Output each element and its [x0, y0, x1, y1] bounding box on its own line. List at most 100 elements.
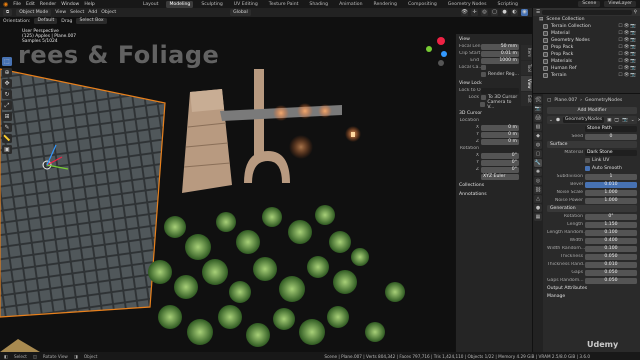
include-checkbox[interactable]: [543, 59, 548, 64]
transform-tool-icon[interactable]: ⊞: [2, 112, 12, 121]
local-camera-checkbox[interactable]: [481, 65, 486, 70]
visibility-toggle-icons[interactable]: ☐👁📷: [618, 30, 637, 37]
workspace-tab-layout[interactable]: Layout: [140, 1, 162, 8]
cursor-rot-x-field[interactable]: 0°: [481, 152, 519, 159]
editmode-toggle-icon[interactable]: ▣: [607, 118, 611, 123]
outliner-row[interactable]: Prop Pack ☐👁📷: [533, 51, 640, 58]
transform-orientation-dropdown[interactable]: Default: [34, 18, 58, 24]
visibility-toggle-icons[interactable]: ☐👁📷: [618, 58, 637, 65]
modifier-menu-icon[interactable]: ⌄: [631, 118, 635, 123]
tab-tool[interactable]: Tool: [521, 61, 532, 75]
output-attributes-header[interactable]: Output Attributes: [547, 285, 637, 292]
render-region-checkbox[interactable]: [481, 72, 486, 77]
physics-tab-icon[interactable]: ◎: [534, 177, 542, 185]
tool-tab-icon[interactable]: 🛠: [534, 96, 542, 104]
view-lock-header[interactable]: View Lock: [459, 80, 519, 87]
menu-select[interactable]: Select: [70, 10, 84, 15]
link-uv-checkbox[interactable]: [585, 158, 590, 163]
solid-shading-icon[interactable]: ●: [501, 9, 508, 16]
visibility-toggle-icons[interactable]: ☐👁📷: [618, 65, 637, 72]
texture-tab-icon[interactable]: ▦: [534, 213, 542, 221]
add-cube-tool-icon[interactable]: ▣: [2, 145, 12, 154]
move-tool-icon[interactable]: ✥: [2, 79, 12, 88]
menu-window[interactable]: Window: [61, 2, 79, 7]
auto-smooth-checkbox[interactable]: [585, 166, 590, 171]
rendered-shading-icon[interactable]: ◉: [521, 9, 528, 16]
workspace-tab-sculpting[interactable]: Sculpting: [198, 1, 225, 8]
scale-tool-icon[interactable]: ⤢: [2, 101, 12, 110]
scene-selector[interactable]: Scene: [578, 1, 601, 7]
measure-tool-icon[interactable]: 📏: [2, 134, 12, 143]
manage-header[interactable]: Manage: [547, 293, 637, 300]
menu-object[interactable]: Object: [101, 10, 116, 15]
material-field[interactable]: Dark Stone: [585, 149, 637, 156]
select-tool-icon[interactable]: ⬚: [2, 57, 12, 66]
width-field[interactable]: 0.400: [585, 237, 637, 244]
visibility-toggle-icons[interactable]: ☐👁📷: [618, 51, 637, 58]
generation-panel-header[interactable]: Generation: [547, 205, 637, 212]
material-tab-icon[interactable]: ●: [534, 204, 542, 212]
annotate-tool-icon[interactable]: ✎: [2, 123, 12, 132]
view-layer-selector[interactable]: ViewLayer: [604, 1, 636, 7]
expand-chevron-icon[interactable]: ⌄: [549, 118, 553, 123]
view-layer-tab-icon[interactable]: ▧: [534, 123, 542, 131]
stone-plane[interactable]: [0, 68, 166, 318]
thickness-field[interactable]: 0.050: [585, 253, 637, 260]
cursor-rot-z-field[interactable]: 0°: [481, 166, 519, 173]
noise-power-field[interactable]: 1.000: [585, 197, 637, 204]
collections-section-header[interactable]: Collections: [459, 182, 519, 189]
clip-start-field[interactable]: 0.01 m: [481, 50, 519, 57]
visibility-toggle-icons[interactable]: ☐👁📷: [618, 44, 637, 51]
include-checkbox[interactable]: [543, 45, 548, 50]
filter-icon[interactable]: ⚲: [634, 10, 637, 15]
blender-logo-icon[interactable]: ◉: [3, 1, 8, 8]
workspace-tab-compositing[interactable]: Compositing: [405, 1, 440, 8]
modifier-tab-icon[interactable]: 🔧: [534, 159, 542, 167]
node-group-field[interactable]: Stone Path: [585, 125, 637, 132]
particles-tab-icon[interactable]: ✺: [534, 168, 542, 176]
scene-tab-icon[interactable]: ◆: [534, 132, 542, 140]
outliner-editor-icon[interactable]: ☰: [536, 10, 540, 15]
modifier-name-field[interactable]: GeometryNodes: [562, 117, 605, 123]
visibility-toggle-icons[interactable]: ☐👁📷: [618, 72, 637, 79]
camera-to-view-checkbox[interactable]: [480, 102, 486, 107]
bevel-field[interactable]: 0.010: [585, 181, 637, 188]
constraints-tab-icon[interactable]: ⛓: [534, 186, 542, 194]
outliner-row[interactable]: Human Ref ☐👁📷: [533, 65, 640, 72]
outliner-row[interactable]: Terrain Collection ☐👁📷: [533, 23, 640, 30]
outliner-search-input[interactable]: [542, 9, 632, 15]
cursor-loc-z-field[interactable]: 0 m: [481, 138, 519, 145]
gizmo-icon[interactable]: ✛: [471, 9, 478, 16]
workspace-tab-uv-editing[interactable]: UV Editing: [231, 1, 261, 8]
menu-help[interactable]: Help: [84, 2, 94, 7]
outliner-row[interactable]: Materials ☐👁📷: [533, 58, 640, 65]
include-checkbox[interactable]: [543, 24, 548, 29]
include-checkbox[interactable]: [543, 73, 548, 78]
object-mode-dropdown[interactable]: Object Mode: [16, 9, 52, 16]
xray-icon[interactable]: ▢: [491, 9, 498, 16]
noise-scale-field[interactable]: 1.000: [585, 189, 637, 196]
material-shading-icon[interactable]: ◐: [511, 9, 518, 16]
visibility-toggle-icons[interactable]: ☐👁📷: [618, 23, 637, 30]
workspace-tab-scripting[interactable]: Scripting: [495, 1, 521, 8]
outliner-row-scene-collection[interactable]: ▤ Scene Collection: [533, 16, 640, 23]
visibility-toggle-icons[interactable]: ☐👁📷: [618, 37, 637, 44]
length-field[interactable]: 1.150: [585, 221, 637, 228]
viewport-toggle-icon[interactable]: 🖵: [615, 117, 619, 123]
outliner-row[interactable]: Terrain ☐👁📷: [533, 72, 640, 79]
outliner-row[interactable]: Material ☐👁📷: [533, 30, 640, 37]
annotations-section-header[interactable]: Annotations: [459, 191, 519, 198]
3d-cursor-header[interactable]: 3D Cursor: [459, 110, 519, 117]
tab-item[interactable]: Item: [521, 45, 532, 61]
render-toggle-icon[interactable]: 📷: [622, 118, 628, 123]
menu-add[interactable]: Add: [88, 10, 97, 15]
render-tab-icon[interactable]: 📷: [534, 105, 542, 113]
add-modifier-button[interactable]: Add Modifier: [547, 107, 637, 114]
view-section-header[interactable]: View: [459, 36, 519, 43]
rotation-mode-dropdown[interactable]: XYZ Euler: [481, 173, 519, 180]
width-random-field[interactable]: 0.100: [585, 245, 637, 252]
include-checkbox[interactable]: [543, 38, 548, 43]
orientation-dropdown[interactable]: Global: [230, 9, 251, 16]
object-tab-icon[interactable]: ▢: [534, 150, 542, 158]
seed-field[interactable]: 0: [585, 133, 637, 140]
